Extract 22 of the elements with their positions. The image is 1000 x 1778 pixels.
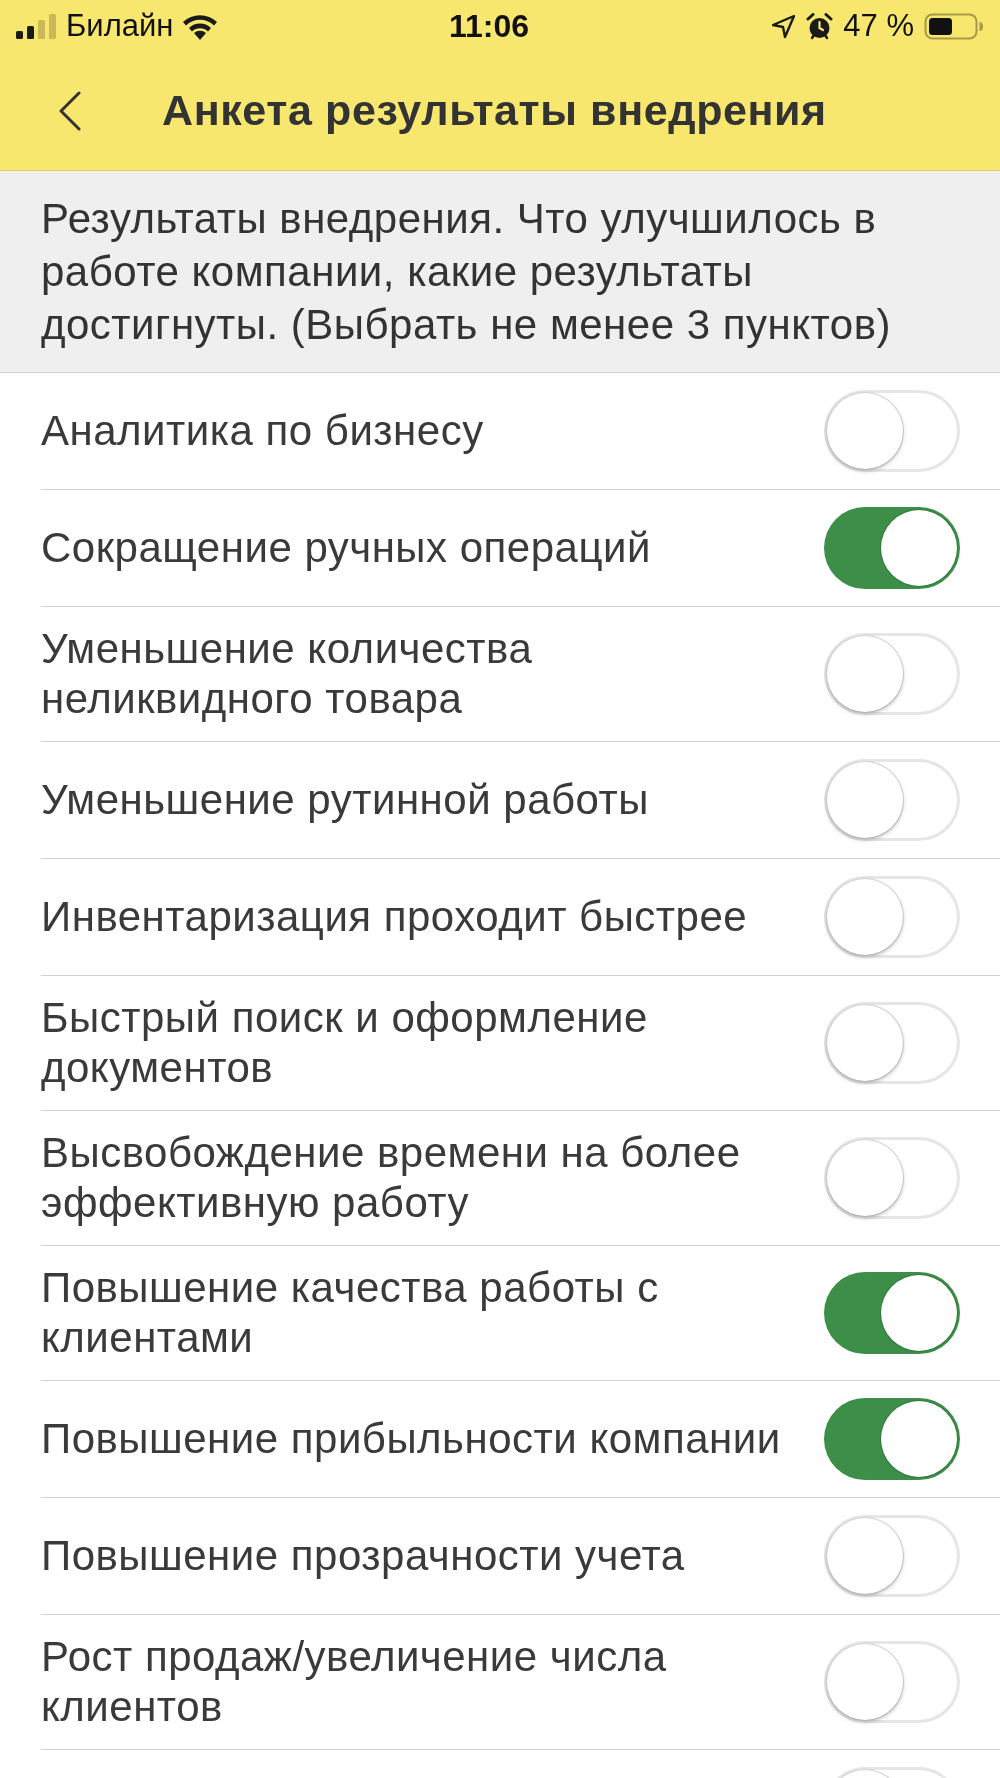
option-label: Повышение прозрачности учета	[41, 1531, 685, 1581]
carrier-name: Билайн	[66, 6, 174, 45]
question-text: Результаты внедрения. Что улучшилось в работе компании, какие результаты достигнуты. (Выбрать не менее 3 пунктов)	[41, 194, 892, 350]
option-label: Быстрый поиск и оформление документов	[41, 993, 649, 1093]
signal-icon	[16, 13, 58, 39]
battery-percent: 47 %	[843, 6, 914, 45]
location-arrow-icon	[771, 13, 797, 39]
option-label: Сокращение ручных операций	[41, 523, 651, 573]
option-label: Уменьшение количества неликвидного товара	[41, 624, 534, 724]
option-label: Уменьшение рутинной работы	[41, 775, 649, 825]
clock-time: 11:06	[447, 7, 531, 46]
option-label: Рост продаж/увеличение числа клиентов	[41, 1632, 668, 1732]
screen-title: Анкета результаты внедрения	[162, 85, 827, 137]
wifi-icon	[181, 12, 220, 40]
option-label: Повышение прибыльности компании	[41, 1414, 781, 1464]
option-label: Инвентаризация проходит быстрее	[41, 892, 748, 942]
alarm-clock-icon	[806, 12, 834, 40]
option-label: Высвобождение времени на более эффективную работу	[41, 1128, 742, 1228]
chevron-left-icon	[58, 91, 82, 131]
option-label: Аналитика по бизнесу	[41, 406, 484, 456]
option-label: Повышение качества работы с клиентами	[41, 1263, 660, 1363]
battery-icon	[924, 12, 984, 40]
